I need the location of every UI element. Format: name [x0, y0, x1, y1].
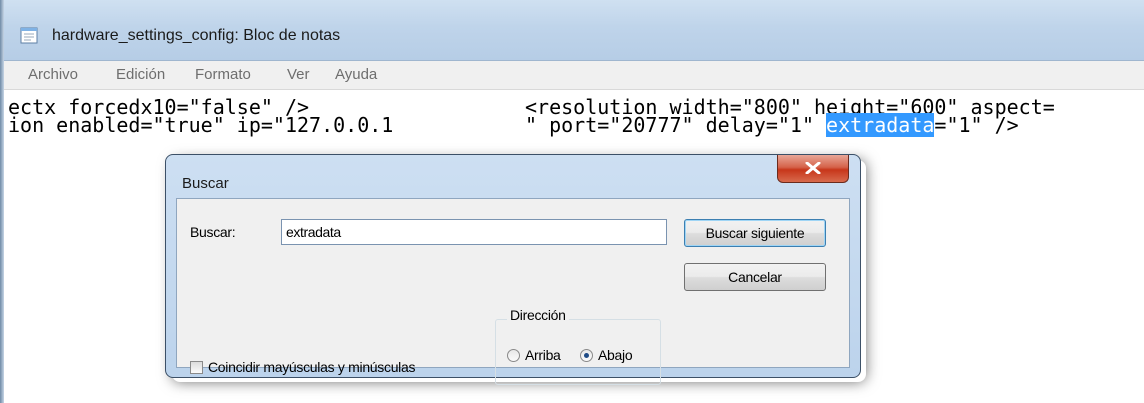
- menu-ayuda[interactable]: Ayuda: [335, 66, 377, 83]
- menu-bar: Archivo Edición Formato Ver Ayuda: [4, 61, 1144, 90]
- window-title: hardware_settings_config: Bloc de notas: [52, 27, 341, 44]
- search-label: Buscar:: [190, 224, 236, 240]
- radio-up-label: Arriba: [525, 347, 561, 363]
- selected-text-highlight: extradata: [826, 113, 935, 137]
- editor-text: ="1" />: [934, 113, 1019, 137]
- match-case-label: Coincidir mayúsculas y minúsculas: [208, 359, 416, 375]
- search-input[interactable]: [281, 219, 667, 245]
- editor-line-2-right: " port="20777" delay="1" extradata="1" /…: [525, 113, 1019, 137]
- find-dialog: Buscar Buscar: Buscar siguiente Cancelar…: [165, 154, 861, 385]
- radio-down-label: Abajo: [598, 347, 633, 363]
- title-bar[interactable]: hardware_settings_config: Bloc de notas: [4, 0, 1144, 61]
- close-button[interactable]: [777, 155, 849, 183]
- direction-label: Dirección: [507, 307, 569, 323]
- menu-ver[interactable]: Ver: [287, 66, 310, 83]
- direction-group: [495, 319, 661, 385]
- radio-down[interactable]: [580, 349, 593, 362]
- cancel-button[interactable]: Cancelar: [684, 263, 826, 291]
- menu-formato[interactable]: Formato: [195, 66, 251, 83]
- find-next-button[interactable]: Buscar siguiente: [684, 219, 826, 247]
- menu-edicion[interactable]: Edición: [116, 66, 165, 83]
- editor-text: " port="20777" delay="1": [525, 113, 827, 137]
- radio-up[interactable]: [507, 349, 520, 362]
- menu-archivo[interactable]: Archivo: [28, 66, 78, 83]
- match-case-checkbox[interactable]: [190, 361, 203, 374]
- dialog-title: Buscar: [182, 175, 229, 192]
- dialog-body: Buscar: Buscar siguiente Cancelar Direcc…: [176, 198, 850, 385]
- close-icon: [805, 162, 821, 174]
- notepad-icon: [20, 26, 40, 44]
- editor-line-2-left: ion enabled="true" ip="127.0.0.1: [8, 113, 394, 137]
